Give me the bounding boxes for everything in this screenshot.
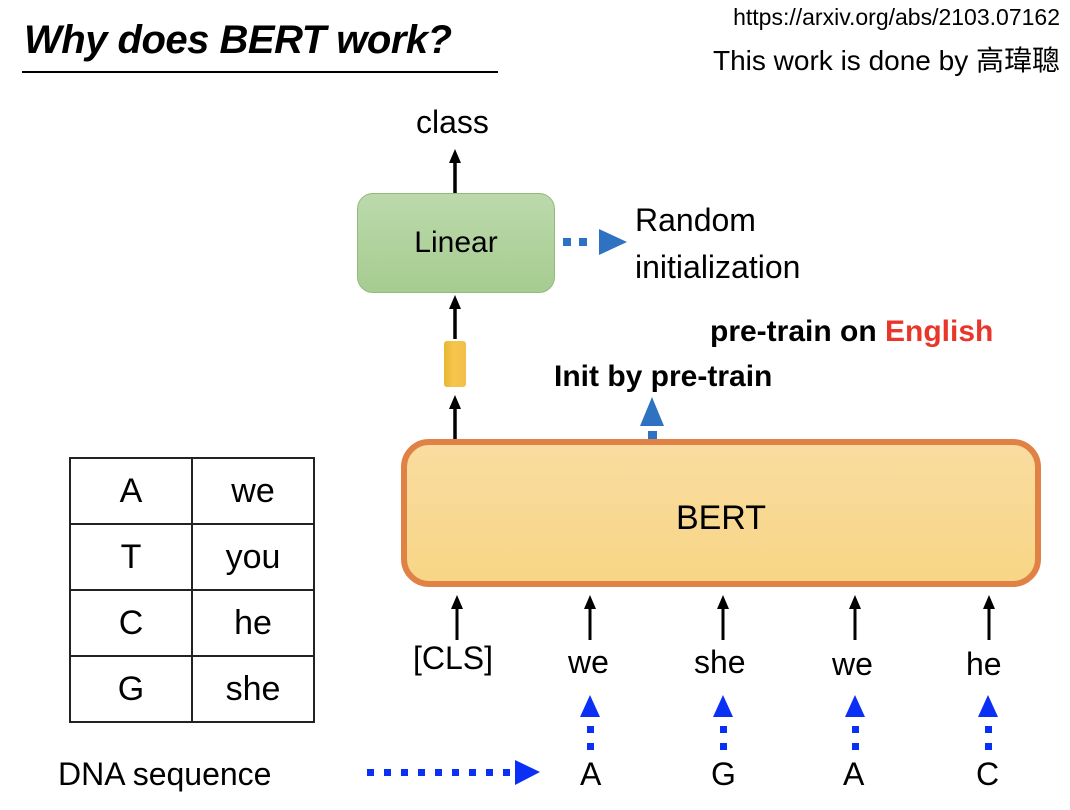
arrow-base-2-to-token — [713, 695, 733, 750]
pretrain-language: English — [885, 315, 994, 348]
arrow-token-3-to-bert — [849, 595, 861, 640]
bert-label: BERT — [675, 498, 767, 537]
dna-to-token-arrows — [580, 695, 998, 750]
base-cell: T — [69, 523, 193, 591]
base-to-word-table: A we T you C he G she — [69, 457, 315, 723]
cls-embedding-vector — [444, 341, 466, 387]
input-arrows — [451, 595, 995, 640]
linear-label: Linear — [414, 226, 498, 259]
word-cell: you — [191, 523, 315, 591]
arrow-base-4-to-token — [978, 695, 998, 750]
base-cell: A — [69, 457, 193, 525]
init-by-pretrain-note: Init by pre-train — [554, 360, 773, 393]
word-cell: she — [191, 655, 315, 723]
pretrain-note: pre-train on English — [710, 315, 993, 349]
bert-model-box: BERT — [401, 439, 1041, 587]
token: we — [568, 644, 609, 680]
base-cell: C — [69, 589, 193, 657]
arrow-base-3-to-token — [845, 695, 865, 750]
linear-layer-box: Linear — [357, 193, 555, 293]
random-init-line2: initialization — [635, 249, 801, 285]
table-row: T you — [69, 523, 315, 591]
word-cell: we — [191, 457, 315, 525]
arrow-token-1-to-bert — [584, 595, 596, 640]
dna-base: A — [580, 756, 602, 792]
arrow-cls-to-bert — [451, 595, 463, 640]
pretrain-prefix: pre-train on — [710, 315, 886, 348]
arrow-vector-to-linear — [449, 295, 461, 339]
table-row: C he — [69, 589, 315, 657]
random-init-arrow — [563, 229, 627, 255]
token: she — [694, 644, 746, 680]
dna-sequence-label: DNA sequence — [58, 756, 272, 792]
token: he — [966, 646, 1002, 682]
random-init-line1: Random — [635, 202, 756, 238]
output-class-label: class — [416, 104, 489, 140]
cls-token: [CLS] — [413, 640, 494, 676]
dna-sequence-arrow — [367, 760, 540, 785]
dna-base: C — [976, 756, 1000, 792]
arrow-base-1-to-token — [580, 695, 600, 750]
token: we — [832, 646, 873, 682]
base-cell: G — [69, 655, 193, 723]
arrow-token-4-to-bert — [983, 595, 995, 640]
table-row: G she — [69, 655, 315, 723]
dna-base: A — [843, 756, 865, 792]
arrow-bert-to-vector — [449, 395, 461, 441]
table-row: A we — [69, 457, 315, 525]
arrow-token-2-to-bert — [717, 595, 729, 640]
arrow-linear-to-class — [449, 149, 461, 193]
dna-base: G — [711, 756, 736, 792]
word-cell: he — [191, 589, 315, 657]
